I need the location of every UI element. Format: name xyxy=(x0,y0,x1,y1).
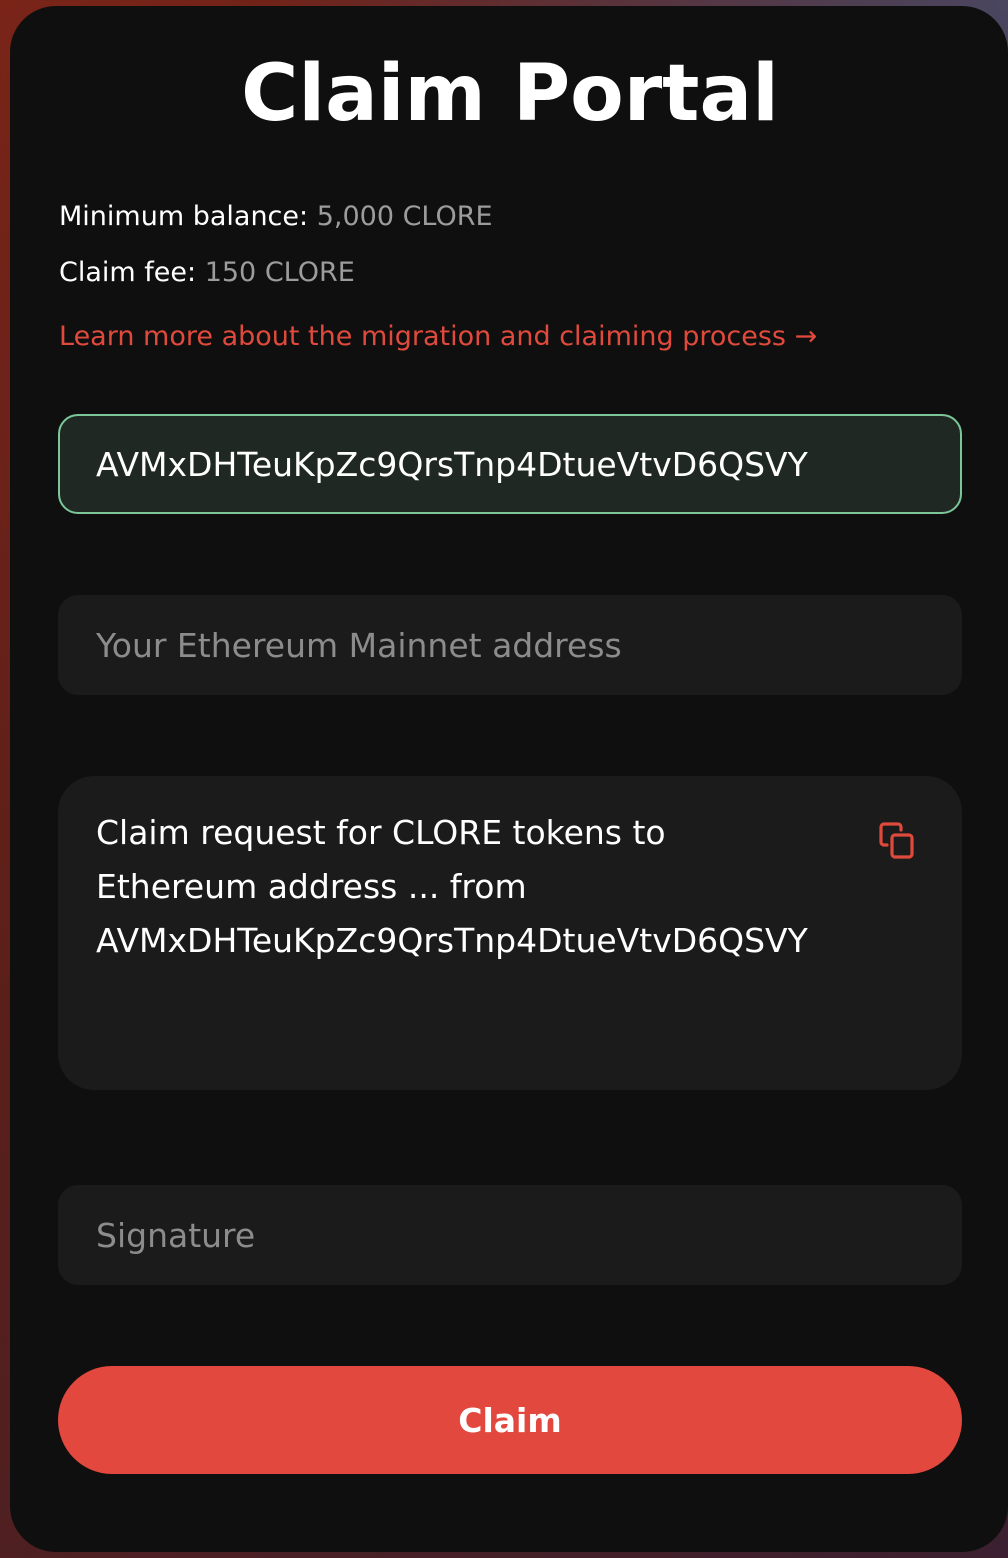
minimum-balance-value: 5,000 CLORE xyxy=(316,201,493,232)
signature-placeholder: Signature xyxy=(96,1215,256,1255)
ethereum-address-placeholder: Your Ethereum Mainnet address xyxy=(96,625,622,665)
minimum-balance-info: Minimum balance: 5,000 CLORE xyxy=(59,200,493,234)
claim-fee-info: Claim fee: 150 CLORE xyxy=(59,256,355,290)
page-title: Claim Portal xyxy=(241,49,779,139)
signature-input[interactable]: Signature xyxy=(58,1185,962,1285)
claim-card: Claim Portal Minimum balance: 5,000 CLOR… xyxy=(10,6,1008,1552)
claim-button[interactable]: Claim xyxy=(58,1366,962,1474)
claim-message-box: Claim request for CLORE tokens to Ethere… xyxy=(58,776,962,1090)
claim-fee-value: 150 CLORE xyxy=(204,257,355,288)
claim-message-line: Claim request for CLORE tokens to xyxy=(96,813,666,852)
learn-more-link[interactable]: Learn more about the migration and claim… xyxy=(59,320,817,354)
claim-message-line: Ethereum address ... from xyxy=(96,867,527,906)
ethereum-address-input[interactable]: Your Ethereum Mainnet address xyxy=(58,595,962,695)
clore-address-value: AVMxDHTeuKpZc9QrsTnp4DtueVtvD6QSVY xyxy=(96,444,808,484)
copy-icon[interactable] xyxy=(876,820,920,864)
claim-message-line: AVMxDHTeuKpZc9QrsTnp4DtueVtvD6QSVY xyxy=(96,921,808,960)
claim-fee-label: Claim fee: xyxy=(59,257,197,288)
clore-address-input[interactable]: AVMxDHTeuKpZc9QrsTnp4DtueVtvD6QSVY xyxy=(58,414,962,514)
claim-message-text: Claim request for CLORE tokens to Ethere… xyxy=(96,806,856,968)
minimum-balance-label: Minimum balance: xyxy=(59,201,309,232)
